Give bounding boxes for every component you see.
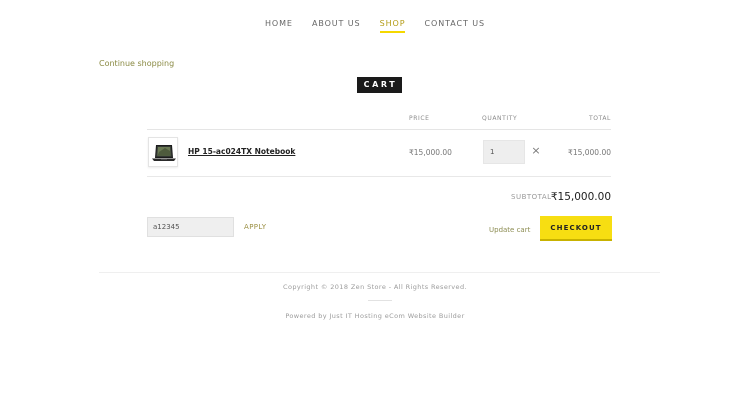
update-cart-button[interactable]: Update cart bbox=[489, 226, 530, 234]
nav-home[interactable]: HOME bbox=[265, 19, 293, 31]
nav-contact-us[interactable]: CONTACT US bbox=[425, 19, 485, 31]
checkout-button[interactable]: CHECKOUT bbox=[540, 216, 612, 241]
footer-copyright: Copyright © 2018 Zen Store - All Rights … bbox=[283, 283, 467, 291]
subtotal-value: ₹15,000.00 bbox=[550, 191, 611, 203]
header-total: TOTAL bbox=[588, 115, 611, 122]
coupon-input[interactable] bbox=[147, 217, 234, 237]
footer-mini-divider bbox=[368, 300, 392, 301]
nav-shop[interactable]: SHOP bbox=[379, 19, 406, 33]
footer-divider bbox=[99, 272, 660, 273]
header-price: PRICE bbox=[409, 115, 430, 122]
subtotal-label: SUBTOTAL bbox=[511, 193, 552, 201]
product-thumbnail[interactable] bbox=[148, 137, 178, 167]
cart-table-header: PRICE QUANTITY TOTAL bbox=[147, 112, 611, 130]
continue-shopping-link[interactable]: Continue shopping bbox=[99, 59, 174, 68]
nav-about-us[interactable]: ABOUT US bbox=[312, 19, 361, 31]
quantity-input[interactable] bbox=[483, 140, 525, 164]
row-total: ₹15,000.00 bbox=[568, 148, 611, 157]
close-icon[interactable]: × bbox=[530, 144, 542, 158]
apply-coupon-button[interactable]: APPLY bbox=[244, 223, 266, 231]
product-name-link[interactable]: HP 15-ac024TX Notebook bbox=[188, 147, 295, 156]
cart-title-badge: CART bbox=[357, 77, 402, 93]
cart-table: PRICE QUANTITY TOTAL HP 15-ac024TX Noteb… bbox=[147, 112, 611, 177]
table-row: HP 15-ac024TX Notebook ₹15,000.00 × ₹15,… bbox=[147, 130, 611, 177]
product-price: ₹15,000.00 bbox=[409, 148, 452, 157]
header-quantity: QUANTITY bbox=[482, 115, 518, 122]
laptop-image bbox=[152, 145, 176, 161]
footer-powered-by: Powered by Just IT Hosting eCom Website … bbox=[285, 312, 465, 320]
top-nav: HOME ABOUT US SHOP CONTACT US bbox=[0, 11, 750, 33]
